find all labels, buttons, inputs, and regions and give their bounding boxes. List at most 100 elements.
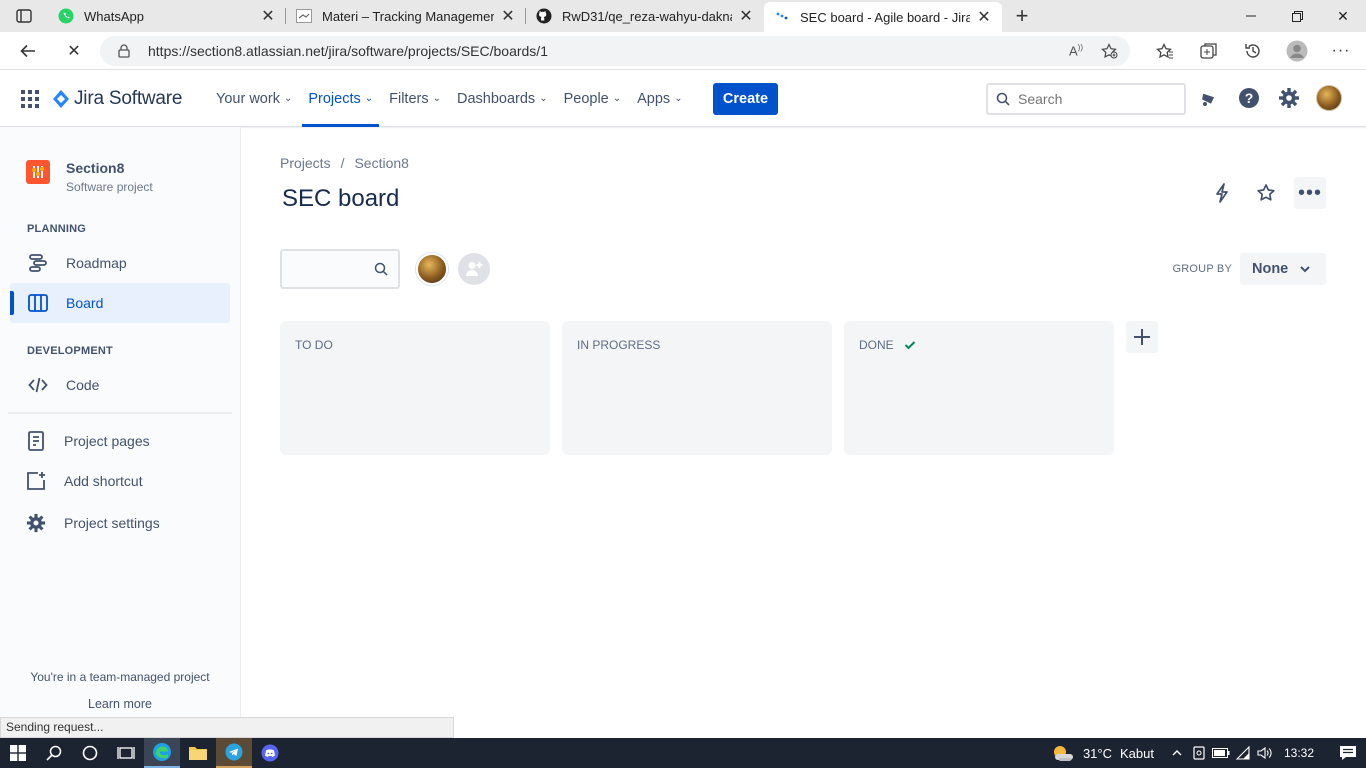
browser-menu-button[interactable]: ··· [1330,40,1352,62]
sidebar-item-label: Project pages [64,433,150,449]
browser-toolbar: ✕ https://section8.atlassian.net/jira/so… [0,32,1366,70]
more-actions-button[interactable]: ••• [1294,177,1326,209]
weather-cloudy-icon [1053,746,1073,761]
browser-tab-github[interactable]: RwD31/qe_reza-wahyu-daknanty ✕ [526,0,764,32]
checkmark-icon [904,340,916,350]
board-column-done[interactable]: DONE [844,321,1114,455]
sidebar-item-add-shortcut[interactable]: Add shortcut [10,461,230,501]
close-tab-icon[interactable]: ✕ [260,8,276,25]
clock[interactable]: 13:32 [1284,746,1314,760]
sidebar-item-code[interactable]: Code [10,365,230,405]
avatar[interactable] [416,253,448,285]
close-window-button[interactable]: ✕ [1320,0,1366,32]
search-field[interactable] [986,83,1186,115]
group-by-control: GROUP BY None [1173,253,1326,285]
sidebar-item-project-settings[interactable]: Project settings [10,503,230,543]
restore-icon [1291,10,1303,22]
battery-button[interactable] [1210,748,1232,758]
tray-app-button[interactable] [1188,746,1210,760]
start-button[interactable] [0,738,36,768]
close-tab-icon[interactable]: ✕ [976,9,992,26]
breadcrumb-separator: / [340,155,345,171]
menu-dashboards[interactable]: Dashboards ⌄ [449,70,556,127]
taskbar-telegram[interactable] [216,738,252,768]
menu-people[interactable]: People ⌄ [556,70,630,127]
weather-widget[interactable]: 31°C Kabut [1051,743,1154,763]
add-column-button[interactable] [1126,321,1158,353]
automation-button[interactable] [1206,177,1238,209]
profile-button[interactable] [1286,40,1308,62]
app-switcher-icon[interactable] [21,90,39,108]
search-input[interactable] [1018,91,1168,107]
minimize-button[interactable] [1228,0,1274,32]
jira-logo[interactable]: Jira Software [52,88,182,110]
menu-your-work[interactable]: Your work ⌄ [208,70,300,127]
board-search-input[interactable] [280,249,400,289]
taskbar-edge[interactable] [144,738,180,768]
new-tab-button[interactable]: + [1002,0,1042,32]
close-tab-icon[interactable]: ✕ [500,8,516,25]
browser-tab-jira[interactable]: SEC board - Agile board - Jira ✕ [764,2,1002,32]
stop-loading-button[interactable]: ✕ [54,35,94,67]
back-button[interactable] [8,35,48,67]
taskbar-discord[interactable] [252,738,288,768]
browser-tab-materi[interactable]: Materi – Tracking Management T ✕ [286,0,526,32]
url-text[interactable]: https://section8.atlassian.net/jira/soft… [148,43,548,59]
chevron-down-icon: ⌄ [364,93,374,104]
learn-more-link[interactable]: Learn more [0,697,240,711]
favorites-button[interactable] [1154,40,1176,62]
sidebar-item-project-pages[interactable]: Project pages [10,421,230,461]
chevron-down-icon [1300,261,1310,277]
read-aloud-icon[interactable]: A)) [1069,43,1083,64]
folder-icon [189,747,207,760]
tab-actions-button[interactable] [0,0,48,32]
board-column-in-progress[interactable]: IN PROGRESS [562,321,832,455]
gear-icon [16,513,56,533]
star-board-button[interactable] [1250,177,1282,209]
help-button[interactable]: ? [1236,85,1262,111]
notifications-button[interactable] [1196,85,1222,111]
roadmap-icon [18,253,58,273]
collections-button[interactable] [1198,40,1220,62]
taskbar-file-explorer[interactable] [180,738,216,768]
weather-condition: Kabut [1119,745,1154,761]
tab-title: WhatsApp [84,8,144,24]
create-button[interactable]: Create [713,83,778,115]
menu-apps[interactable]: Apps ⌄ [629,70,690,127]
development-section-title: DEVELOPMENT [27,345,113,357]
address-bar[interactable]: https://section8.atlassian.net/jira/soft… [100,36,1130,66]
wifi-button[interactable] [1232,746,1254,760]
breadcrumb-projects[interactable]: Projects [280,155,331,171]
tab-title: Materi – Tracking Management T [322,8,494,24]
group-by-value: None [1252,261,1289,277]
menu-filters[interactable]: Filters ⌄ [381,70,449,127]
menu-projects[interactable]: Projects ⌄ [300,70,381,127]
breadcrumb-section8[interactable]: Section8 [354,155,408,171]
board-column-todo[interactable]: TO DO [280,321,550,455]
svg-text:?: ? [1245,90,1254,106]
notification-center-button[interactable] [1330,745,1366,761]
add-people-button[interactable] [458,253,490,285]
group-by-select[interactable]: None [1240,253,1326,285]
sidebar-item-label: Code [66,377,100,393]
volume-button[interactable] [1254,746,1276,760]
menu-label: Your work [216,90,280,107]
profile-avatar-button[interactable] [1316,85,1342,111]
project-header[interactable]: Section8 Software project [26,160,153,194]
restore-button[interactable] [1274,0,1320,32]
breadcrumb: Projects / Section8 [280,155,409,171]
browser-tabstrip: WhatsApp ✕ Materi – Tracking Management … [0,0,1366,32]
sidebar-item-roadmap[interactable]: Roadmap [10,243,230,283]
add-favorite-icon[interactable] [1101,43,1118,64]
settings-button[interactable] [1276,85,1302,111]
browser-tab-whatsapp[interactable]: WhatsApp ✕ [48,0,286,32]
close-tab-icon[interactable]: ✕ [738,8,754,25]
sidebar-item-board[interactable]: Board [10,283,230,323]
sidebar-item-label: Project settings [64,515,160,531]
show-hidden-icons-button[interactable] [1166,749,1188,757]
column-title-text: IN PROGRESS [577,338,661,352]
task-view-button[interactable] [108,738,144,768]
taskbar-search-button[interactable] [36,738,72,768]
history-button[interactable] [1242,40,1264,62]
cortana-button[interactable] [72,738,108,768]
